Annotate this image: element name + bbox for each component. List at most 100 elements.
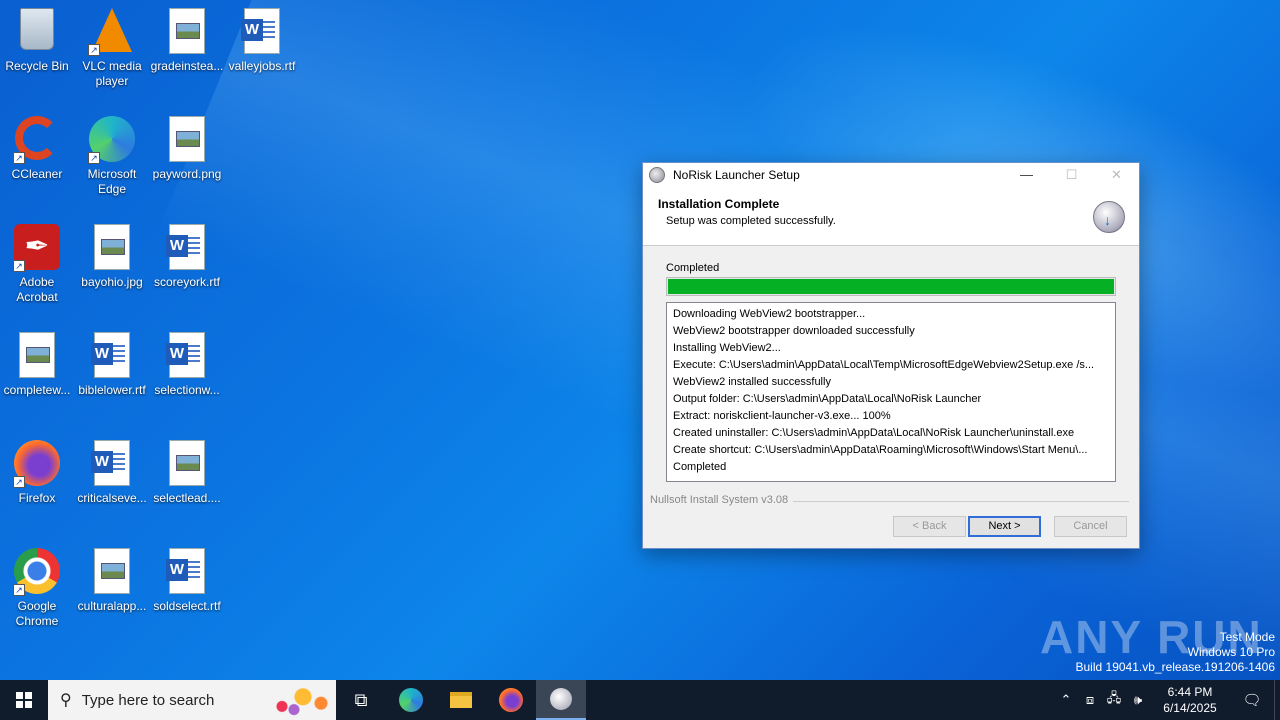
back-button: < Back <box>893 516 966 537</box>
shortcut-arrow-icon: ↗ <box>13 476 25 488</box>
desktop-icon[interactable]: culturalapp... <box>74 548 150 614</box>
desktop-icon[interactable]: bayohio.jpg <box>74 224 150 290</box>
installer-header: Installation Complete Setup was complete… <box>643 187 1139 246</box>
desktop-icon[interactable]: ↗ Google Chrome <box>0 548 75 629</box>
desktop-icon[interactable]: gradeinstea... <box>149 8 225 74</box>
image-file-icon <box>88 548 136 596</box>
desktop-icon[interactable]: ✒ ↗ Adobe Acrobat <box>0 224 75 305</box>
header-subtitle: Setup was completed successfully. <box>666 215 836 227</box>
network-tray-icon[interactable]: ⧈ <box>1078 692 1102 708</box>
windows-watermark: Test Mode Windows 10 Pro Build 19041.vb_… <box>1076 630 1276 675</box>
desktop-icon-label: culturalapp... <box>77 599 147 613</box>
word-document-icon: W <box>163 332 211 380</box>
shortcut-arrow-icon: ↗ <box>13 152 25 164</box>
watermark-line2: Windows 10 Pro <box>1187 645 1275 659</box>
desktop-icon[interactable]: selectlead.... <box>149 440 225 506</box>
cancel-button: Cancel <box>1054 516 1127 537</box>
word-document-icon: W <box>88 332 136 380</box>
minimize-button[interactable]: — <box>1004 163 1049 187</box>
log-line: Installing WebView2... <box>673 342 781 354</box>
log-line: Output folder: C:\Users\admin\AppData\Lo… <box>673 393 982 405</box>
log-line: Created uninstaller: C:\Users\admin\AppD… <box>673 427 1075 439</box>
branding-text: Nullsoft Install System v3.08 <box>650 494 789 506</box>
chrome-icon: ↗ <box>13 548 61 596</box>
taskbar: ⚲ Type here to search ⧉ ⌃ ⧈ 🖧 🕪 6:44 PM … <box>0 680 1280 720</box>
progress-fill <box>668 279 1114 294</box>
desktop-icon[interactable]: ↗ Firefox <box>0 440 75 506</box>
desktop-icon-label: VLC media player <box>82 59 142 88</box>
log-line: WebView2 bootstrapper downloaded success… <box>673 325 915 337</box>
search-placeholder: Type here to search <box>81 691 215 709</box>
desktop-icon[interactable]: ↗ CCleaner <box>0 116 75 182</box>
desktop-icon[interactable]: completew... <box>0 332 75 398</box>
installer-logo-icon <box>1093 201 1125 233</box>
task-view-icon: ⧉ <box>354 689 368 710</box>
recycle-bin-icon <box>13 8 61 56</box>
desktop-icon-label: scoreyork.rtf <box>153 275 220 289</box>
clock[interactable]: 6:44 PM 6/14/2025 <box>1150 684 1230 716</box>
desktop-icon-label: completew... <box>3 383 71 397</box>
desktop-icon-label: payword.png <box>152 167 222 181</box>
title-bar[interactable]: NoRisk Launcher Setup — ☐ ✕ <box>643 163 1139 187</box>
clock-time: 6:44 PM <box>1167 685 1213 699</box>
show-hidden-icons-icon[interactable]: ⌃ <box>1054 692 1078 708</box>
taskbar-installer[interactable] <box>536 680 586 720</box>
desktop-icon-label: selectionw... <box>154 383 220 397</box>
desktop-icon-label: valleyjobs.rtf <box>228 59 296 73</box>
search-icon: ⚲ <box>60 692 72 709</box>
header-title: Installation Complete <box>658 197 780 211</box>
edge-icon <box>399 688 423 712</box>
volume-icon[interactable]: 🕪 <box>1126 692 1150 708</box>
firefox-icon: ↗ <box>13 440 61 488</box>
install-log[interactable]: Downloading WebView2 bootstrapper... WebV… <box>666 302 1116 482</box>
search-highlight-image <box>270 684 330 716</box>
windows-logo-icon <box>16 692 32 708</box>
taskbar-search-box[interactable]: ⚲ Type here to search <box>48 680 336 720</box>
shortcut-arrow-icon: ↗ <box>13 584 25 596</box>
desktop-icon-label: criticalseve... <box>77 491 147 505</box>
desktop-icon-label: Microsoft Edge <box>87 167 137 196</box>
desktop-icon-label: Adobe Acrobat <box>16 275 58 304</box>
watermark-line3: Build 19041.vb_release.191206-1406 <box>1075 660 1276 674</box>
desktop-icon-label: Firefox <box>18 491 56 505</box>
shortcut-arrow-icon: ↗ <box>13 260 25 272</box>
folder-icon <box>450 692 472 708</box>
branding-divider <box>793 501 1129 502</box>
shortcut-arrow-icon: ↗ <box>88 152 100 164</box>
close-button[interactable]: ✕ <box>1094 163 1139 187</box>
desktop-icon[interactable]: Wvalleyjobs.rtf <box>224 8 300 74</box>
desktop-icon[interactable]: Wsoldselect.rtf <box>149 548 225 614</box>
next-button[interactable]: Next > <box>968 516 1041 537</box>
desktop-icon[interactable]: ↗ Microsoft Edge <box>74 116 150 197</box>
desktop-icon[interactable]: payword.png <box>149 116 225 182</box>
desktop-icon[interactable]: Wscoreyork.rtf <box>149 224 225 290</box>
word-document-icon: W <box>238 8 286 56</box>
desktop-icon[interactable]: Wselectionw... <box>149 332 225 398</box>
desktop-icon[interactable]: Wcriticalseve... <box>74 440 150 506</box>
edge-icon: ↗ <box>88 116 136 164</box>
taskbar-edge[interactable] <box>386 680 436 720</box>
vlc-icon: ↗ <box>88 8 136 56</box>
desktop-icon[interactable]: Wbiblelower.rtf <box>74 332 150 398</box>
log-line: Create shortcut: C:\Users\admin\AppData\… <box>673 444 1088 456</box>
firefox-icon <box>499 688 523 712</box>
image-file-icon <box>163 116 211 164</box>
start-button[interactable] <box>0 680 48 720</box>
task-view-button[interactable]: ⧉ <box>336 680 386 720</box>
installer-app-icon <box>649 167 665 183</box>
image-file-icon <box>163 440 211 488</box>
action-center-icon[interactable]: 🗨 <box>1230 691 1274 709</box>
maximize-button: ☐ <box>1065 167 1078 182</box>
acrobat-icon: ✒ ↗ <box>13 224 61 272</box>
taskbar-file-explorer[interactable] <box>436 680 486 720</box>
progress-bar <box>666 277 1116 296</box>
show-desktop-button[interactable] <box>1274 680 1280 720</box>
window-title: NoRisk Launcher Setup <box>673 168 800 182</box>
desktop-icon-label: Google Chrome <box>15 599 59 628</box>
desktop-icon[interactable]: ↗ VLC media player <box>74 8 150 89</box>
ethernet-icon[interactable]: 🖧 <box>1102 689 1126 711</box>
image-file-icon <box>88 224 136 272</box>
desktop-icon[interactable]: Recycle Bin <box>0 8 75 74</box>
image-file-icon <box>13 332 61 380</box>
taskbar-firefox[interactable] <box>486 680 536 720</box>
